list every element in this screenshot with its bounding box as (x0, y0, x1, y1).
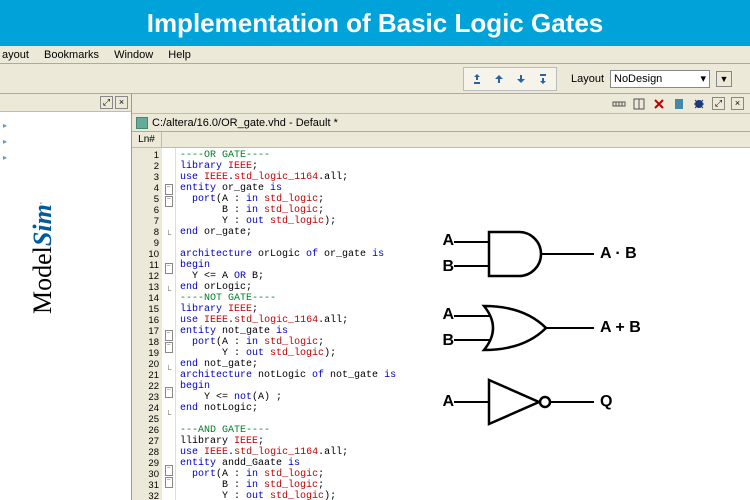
sidebar-pin-icon[interactable]: ⤢ (100, 96, 113, 109)
editor-max-icon[interactable]: ⤢ (712, 97, 725, 110)
and-gate-diagram: A B A · B (432, 224, 732, 284)
editor-toolbar: ⤢ × (132, 94, 750, 114)
gate-diagrams: A B A · B A B A + B (432, 224, 732, 446)
file-icon (136, 117, 148, 129)
tab-label: C:/altera/16.0/OR_gate.vhd - Default * (152, 117, 338, 129)
tree-item[interactable] (3, 134, 128, 150)
layout-dropdown-button[interactable]: ▼ (716, 71, 732, 87)
tree-item[interactable] (3, 150, 128, 166)
line-number-header: Ln# (132, 132, 162, 147)
page-banner: Implementation of Basic Logic Gates (0, 0, 750, 46)
tree-item[interactable] (3, 118, 128, 134)
logo-part2: Sim (28, 204, 57, 246)
nav-up-icon[interactable] (492, 72, 506, 86)
or-in-b: B (432, 328, 454, 354)
or-in-a: A (432, 302, 454, 328)
modelsim-logo: ModelSim. (28, 202, 58, 314)
sidebar-tree (0, 112, 131, 172)
logo-part1: Model (28, 246, 57, 314)
layout-select[interactable]: NoDesign ▾ (610, 70, 710, 88)
menu-window[interactable]: Window (114, 49, 153, 61)
line-gutter: 1234567891011121314151617181920212223242… (132, 148, 162, 500)
editor-close-icon[interactable]: × (731, 97, 744, 110)
fold-gutter[interactable]: −−└−└−−└−└−−└− (162, 148, 176, 500)
chevron-down-icon: ▼ (720, 74, 729, 84)
menu-help[interactable]: Help (168, 49, 191, 61)
logo-tm: . (33, 202, 43, 204)
nav-down-icon[interactable] (514, 72, 528, 86)
and-in-b: B (432, 254, 454, 280)
nav-down-down-icon[interactable] (536, 72, 550, 86)
sidebar-close-icon[interactable]: × (115, 96, 128, 109)
or-gate-icon (454, 298, 594, 358)
ruler-icon[interactable] (612, 97, 626, 111)
nav-up-up-icon[interactable] (470, 72, 484, 86)
sidebar-controls: ⤢ × (0, 94, 131, 112)
editor-header-row: Ln# (132, 132, 750, 148)
chevron-down-icon: ▾ (700, 72, 706, 85)
layout-label: Layout (571, 73, 604, 85)
and-in-a: A (432, 228, 454, 254)
not-gate-diagram: A Q (432, 372, 732, 432)
menubar: ayout Bookmarks Window Help (0, 46, 750, 64)
workspace: ⤢ × ModelSim. ⤢ × C:/altera/16.0/OR_gate… (0, 94, 750, 500)
menu-layout[interactable]: ayout (2, 49, 29, 61)
delete-icon[interactable] (652, 97, 666, 111)
not-gate-icon (454, 372, 594, 432)
bookmark-icon[interactable] (672, 97, 686, 111)
toolbar-nav-group (463, 67, 557, 91)
and-output: A · B (600, 245, 637, 263)
menu-bookmarks[interactable]: Bookmarks (44, 49, 99, 61)
sidebar-panel: ⤢ × ModelSim. (0, 94, 132, 500)
or-output: A + B (600, 319, 641, 337)
not-in-a: A (432, 372, 454, 432)
toolbar: Layout NoDesign ▾ ▼ (0, 64, 750, 94)
layout-value: NoDesign (614, 73, 662, 85)
or-gate-diagram: A B A + B (432, 298, 732, 358)
not-output: Q (600, 393, 612, 411)
banner-title: Implementation of Basic Logic Gates (147, 8, 604, 38)
bug-icon[interactable] (692, 97, 706, 111)
editor-tab[interactable]: C:/altera/16.0/OR_gate.vhd - Default * (132, 114, 750, 132)
column-icon[interactable] (632, 97, 646, 111)
and-gate-icon (454, 224, 594, 284)
